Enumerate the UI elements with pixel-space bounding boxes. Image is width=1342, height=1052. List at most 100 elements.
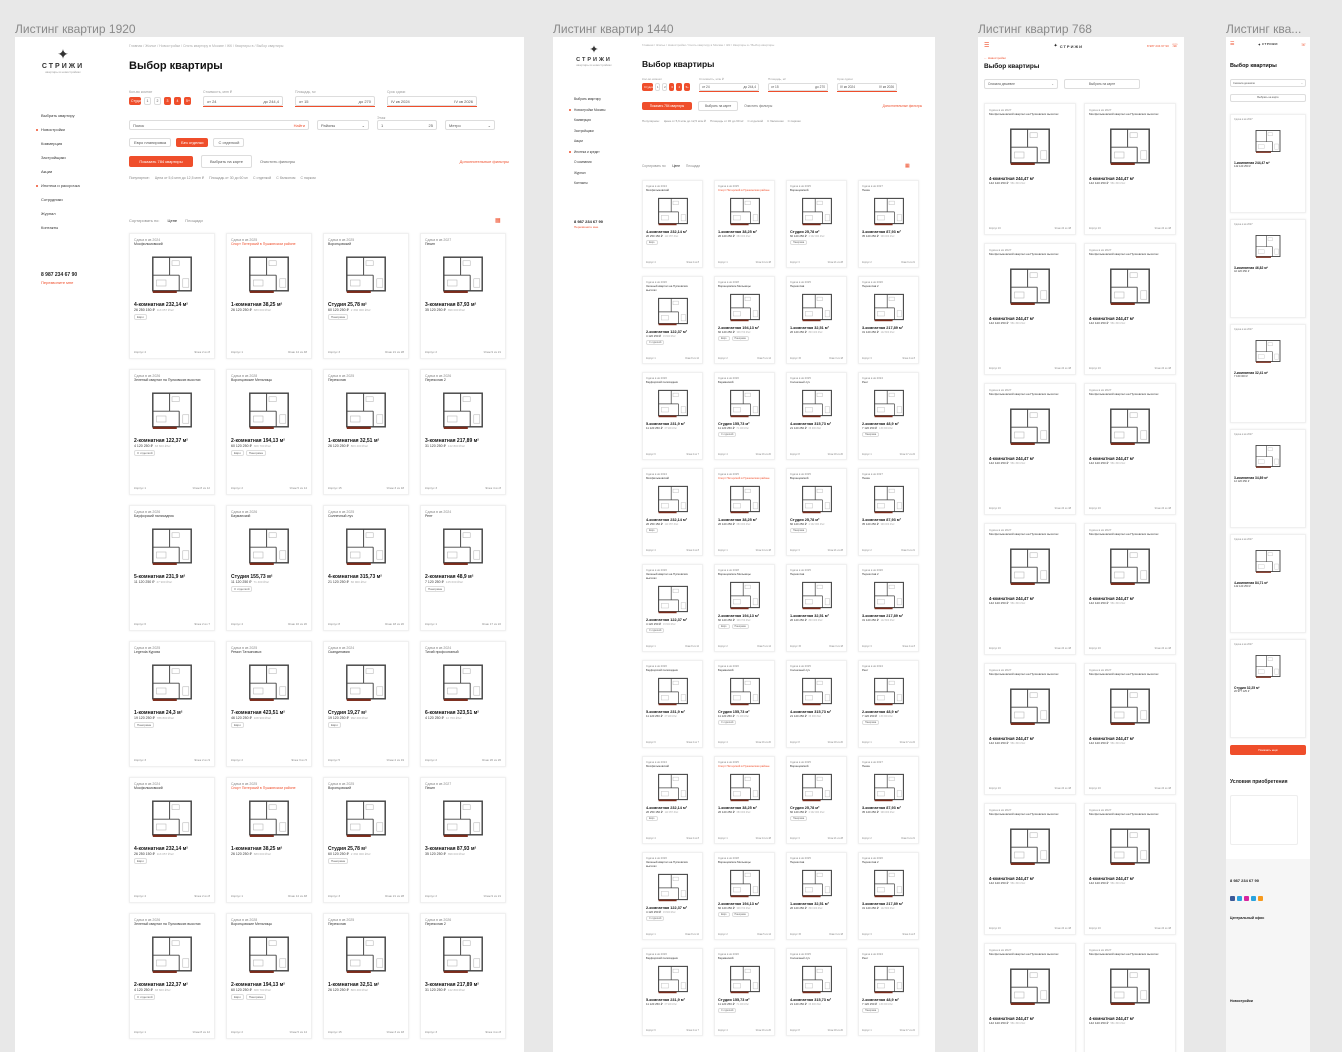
card-complex-name[interactable]: Мосфильмовский квартал на Пулковских выс… <box>989 812 1071 816</box>
card-complex-name[interactable]: Спорт Питерский в Пушкинском районе <box>718 476 771 480</box>
callback-link[interactable]: Перезвоните мне <box>41 280 77 285</box>
apartment-card[interactable]: Сдача в кв 2027 Мосфильмовский квартал на… <box>1084 943 1176 1052</box>
card-complex-name[interactable]: Пекин <box>862 476 915 480</box>
card-complex-name[interactable]: Мосфильмовский квартал на Пулковских выс… <box>1089 532 1171 536</box>
card-complex-name[interactable]: Пекин <box>425 242 501 246</box>
apartment-card[interactable]: Сдача в кв 2027 3-комнатная 34,89 м² 12 12… <box>1230 429 1306 528</box>
popular-chip[interactable]: С парком <box>300 176 315 180</box>
popular-chip[interactable]: Цена от 5,6 млн до 12,5 млн ₽ <box>155 176 204 180</box>
apartment-card[interactable]: Сдача в кв 2025 Переяслав 1-комнатная 32,5… <box>323 913 409 1039</box>
apartment-card[interactable]: Сдача в кв 2024 Тихий профсоюзный 6-комнат… <box>420 641 506 767</box>
apartment-card[interactable]: Сдача в кв 2024 Рент 2-комнатная 48,9 м² 7 … <box>420 505 506 631</box>
apartment-card[interactable]: Сдача в кв 2026 Бауфорский палисадник 5-ко… <box>642 372 703 460</box>
apartment-card[interactable]: Сдача в кв 2026 Бауфорский палисадник 5-ко… <box>129 505 215 631</box>
show-more-button[interactable]: Показать ещё <box>1230 745 1306 755</box>
room-chip[interactable]: Студия <box>129 97 143 105</box>
map-button[interactable]: Выбрать на карте <box>698 101 739 111</box>
callback-link[interactable]: Перезвоните мне <box>574 225 603 229</box>
apartment-card[interactable]: Сдача в кв 2027 3-комнатная 46,82 м² 42 12… <box>1230 219 1306 318</box>
extra-filters-link[interactable]: Дополнительные фильтры <box>460 159 509 164</box>
area-slider[interactable] <box>295 106 375 107</box>
card-complex-name[interactable]: Воронцовский <box>328 242 404 246</box>
logo[interactable]: ✦ СТРИЖИ <box>1258 42 1278 47</box>
apartment-card[interactable]: Сдача в кв 2027 Мосфильмовский квартал на… <box>984 523 1076 655</box>
apartment-card[interactable]: Сдача в кв 2026 Переяслав 2 3-комнатная 21… <box>420 369 506 495</box>
card-complex-name[interactable]: Рент <box>425 514 501 518</box>
card-complex-name[interactable]: Переяслав <box>790 284 843 288</box>
finish-option[interactable]: Без отделки <box>176 138 209 147</box>
card-complex-name[interactable]: Зеленый квартал на Пулковских высотах <box>646 572 699 580</box>
apartment-card[interactable]: Сдача в кв 2024 Мосфильмовский 4-комнатная… <box>642 756 703 844</box>
card-complex-name[interactable]: Мосфильмовский квартал на Пулковских выс… <box>989 252 1071 256</box>
apartment-card[interactable]: Сдача в кв 2028 Воронцовские Мельницы 2-ко… <box>226 369 312 495</box>
breadcrumb[interactable]: Главная / Жилье / Новостройки / Снять кв… <box>129 44 283 48</box>
card-complex-name[interactable]: Пекин <box>862 764 915 768</box>
cost-slider[interactable] <box>699 91 759 92</box>
apartment-card[interactable]: Сдача в кв 2027 Мосфильмовский квартал на… <box>1084 663 1176 795</box>
popular-chip[interactable]: С отделкой <box>747 119 763 123</box>
room-chip[interactable]: 1 <box>654 83 661 91</box>
apartment-card[interactable]: Сдача в кв 2025 Ремон Татьяновых 7-комнатн… <box>226 641 312 767</box>
sidebar-item[interactable]: Коммерция <box>574 118 605 122</box>
card-complex-name[interactable]: Мосфильмовский <box>646 476 699 480</box>
apartment-card[interactable]: Сдача в кв 2026 Бауманский Студия 155,73 м… <box>714 660 775 748</box>
grid-view-icon[interactable]: ▦ <box>495 217 501 224</box>
reset-filters-link[interactable]: Очистить фильтры <box>260 159 295 164</box>
apartment-card[interactable]: Сдача в кв 2025 Спорт Питерский в Пушкинс… <box>714 468 775 556</box>
apartment-card[interactable]: Сдача в кв 2026 Зеленый квартал на Пулков… <box>642 852 703 940</box>
apartment-card[interactable]: Сдача в кв 2025 Спорт Питерский в Пушкинс… <box>226 233 312 359</box>
apartment-card[interactable]: Сдача в кв 2027 4-комнатная 84,71 м² 142 1… <box>1230 534 1306 633</box>
apartment-card[interactable]: Сдача в кв 2028 Воронцовские Мельницы 2-ко… <box>714 564 775 652</box>
card-complex-name[interactable]: Мосфильмовский квартал на Пулковских выс… <box>1089 812 1171 816</box>
sidebar-item[interactable]: Новостройки <box>41 127 80 132</box>
apartment-card[interactable]: Сдача в кв 2026 Зеленый квартал на Пулков… <box>129 913 215 1039</box>
card-complex-name[interactable]: Скандинавия <box>328 650 404 654</box>
card-complex-name[interactable]: Спорт Питерский в Пушкинском районе <box>718 764 771 768</box>
card-complex-name[interactable]: Воронцовские Мельницы <box>231 378 307 382</box>
cost-range[interactable]: от 24 до 244,4 <box>203 96 283 106</box>
apartment-card[interactable]: Сдача в кв 2025 Воронцовский Студия 25,78 … <box>323 233 409 359</box>
card-complex-name[interactable]: Рент <box>862 956 915 960</box>
sidebar-item[interactable]: Коммерция <box>41 141 80 146</box>
apartment-card[interactable]: Сдача в кв 2027 1-комнатная 244,47 м² 142 … <box>1230 114 1306 213</box>
card-complex-name[interactable]: Переяслав <box>328 922 404 926</box>
card-complex-name[interactable]: Мосфильмовский квартал на Пулковских выс… <box>989 392 1071 396</box>
apartment-card[interactable]: Сдача в кв 2026 Зеленый квартал на Пулков… <box>642 276 703 364</box>
grid-view-icon[interactable]: ▦ <box>905 163 910 169</box>
ok-icon[interactable] <box>1258 896 1263 901</box>
apartment-card[interactable]: Сдача в кв 2025 Солнечный луч 4-комнатная … <box>786 372 847 460</box>
card-complex-name[interactable]: Мосфильмовский квартал на Пулковских выс… <box>989 112 1071 116</box>
card-complex-name[interactable]: Бауманский <box>718 380 771 384</box>
sort-select[interactable]: Сначала дешевле ⌄ <box>984 79 1058 89</box>
apartment-card[interactable]: Сдача в кв 2028 Воронцовские Мельницы 2-ко… <box>714 276 775 364</box>
apartment-card[interactable]: Сдача в кв 2027 Пекин 3-комнатная 87,93 м²… <box>420 777 506 903</box>
map-button[interactable]: Выбрать на карте <box>1064 79 1140 89</box>
phone-icon[interactable]: ☏ <box>1301 42 1306 47</box>
card-complex-name[interactable]: Солнечный луч <box>328 514 404 518</box>
apartment-card[interactable]: Сдача в кв 2025 Солнечный луч 4-комнатная … <box>323 505 409 631</box>
map-button[interactable]: Выбрать на карте <box>1230 94 1306 102</box>
card-complex-name[interactable]: Воронцовский <box>790 476 843 480</box>
finish-option[interactable]: С отделкой <box>213 138 245 147</box>
apartment-card[interactable]: Сдача в кв 2027 Студия 32,25 м² 20 977 125… <box>1230 639 1306 738</box>
apartment-card[interactable]: Сдача в кв 2025 Переяслав 1-комнатная 32,5… <box>786 852 847 940</box>
sidebar-item[interactable]: Контакты <box>41 225 80 230</box>
card-complex-name[interactable]: Воронцовские Мельницы <box>718 572 771 576</box>
card-complex-name[interactable]: Рент <box>862 380 915 384</box>
sidebar-item[interactable]: Сотрудники <box>41 197 80 202</box>
apartment-card[interactable]: Сдача в кв 2024 Рент 2-комнатная 48,9 м² 7 … <box>858 372 919 460</box>
card-complex-name[interactable]: Бауманский <box>231 514 307 518</box>
apartment-card[interactable]: Сдача в кв 2026 Зеленый квартал на Пулков… <box>642 564 703 652</box>
room-chip[interactable]: 4 <box>676 83 682 91</box>
apartment-card[interactable]: Сдача в кв 2027 Мосфильмовский квартал на… <box>1084 383 1176 515</box>
apartment-card[interactable]: Сдача в кв 2026 Бауфорский палисадник 5-ко… <box>642 660 703 748</box>
apartment-card[interactable]: Сдача в кв 2027 Пекин 3-комнатная 87,93 м²… <box>858 756 919 844</box>
room-chip[interactable]: Студия <box>642 83 653 91</box>
card-complex-name[interactable]: Мосфильмовский квартал на Пулковских выс… <box>1089 392 1171 396</box>
sidebar-item[interactable]: Новостройки Москвы <box>574 108 605 112</box>
finish-option[interactable]: Евро планировка <box>129 138 172 147</box>
card-complex-name[interactable]: Мосфильмовский квартал на Пулковских выс… <box>989 672 1071 676</box>
card-complex-name[interactable]: Переяслав 2 <box>862 284 915 288</box>
card-complex-name[interactable]: Переяслав 2 <box>425 378 501 382</box>
menu-icon[interactable]: ☰ <box>984 43 989 49</box>
